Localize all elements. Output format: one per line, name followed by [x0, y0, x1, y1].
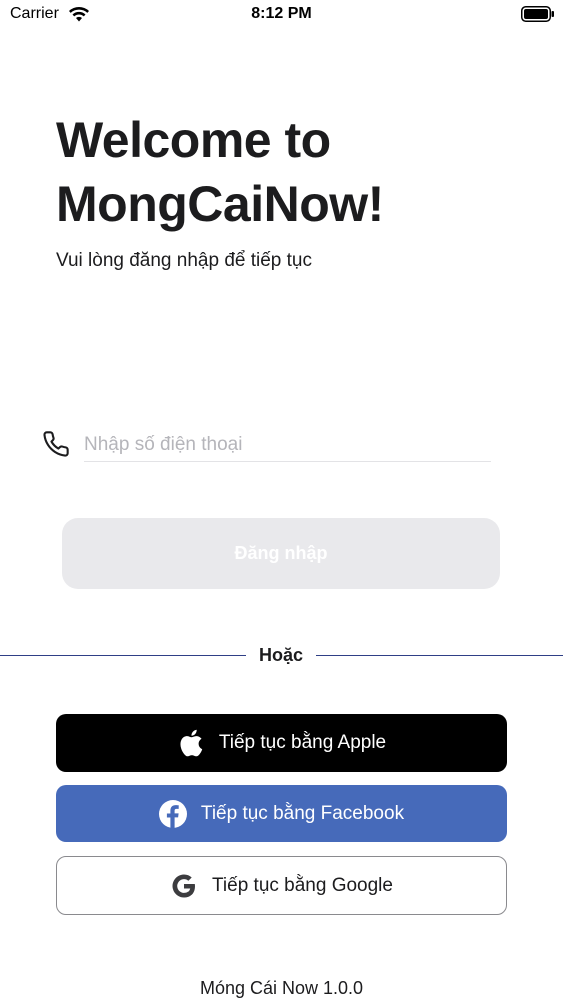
apple-icon — [177, 729, 205, 757]
phone-icon — [43, 431, 69, 457]
login-button[interactable]: Đăng nhập — [62, 518, 500, 589]
battery-icon — [521, 6, 554, 22]
status-time: 8:12 PM — [251, 5, 312, 22]
divider-line-left — [0, 655, 246, 656]
divider-label: Hoặc — [258, 645, 303, 665]
apple-login-button[interactable]: Tiếp tục bằng Apple — [56, 714, 507, 772]
google-icon — [170, 872, 198, 900]
facebook-login-button[interactable]: Tiếp tục bằng Facebook — [56, 785, 507, 842]
status-bar: Carrier 8:12 PM — [0, 0, 563, 30]
page-subtitle: Vui lòng đăng nhập để tiếp tục — [56, 250, 312, 271]
google-login-label: Tiếp tục bằng Google — [212, 874, 393, 896]
facebook-login-label: Tiếp tục bằng Facebook — [200, 802, 405, 824]
page-title: Welcome to MongCaiNow! — [56, 112, 384, 232]
google-login-button[interactable]: Tiếp tục bằng Google — [56, 856, 507, 915]
phone-number-input[interactable] — [84, 428, 491, 462]
divider-line-right — [316, 655, 563, 656]
facebook-icon — [158, 799, 187, 828]
apple-login-label: Tiếp tục bằng Apple — [218, 732, 387, 753]
app-version: Móng Cái Now 1.0.0 — [199, 978, 364, 998]
